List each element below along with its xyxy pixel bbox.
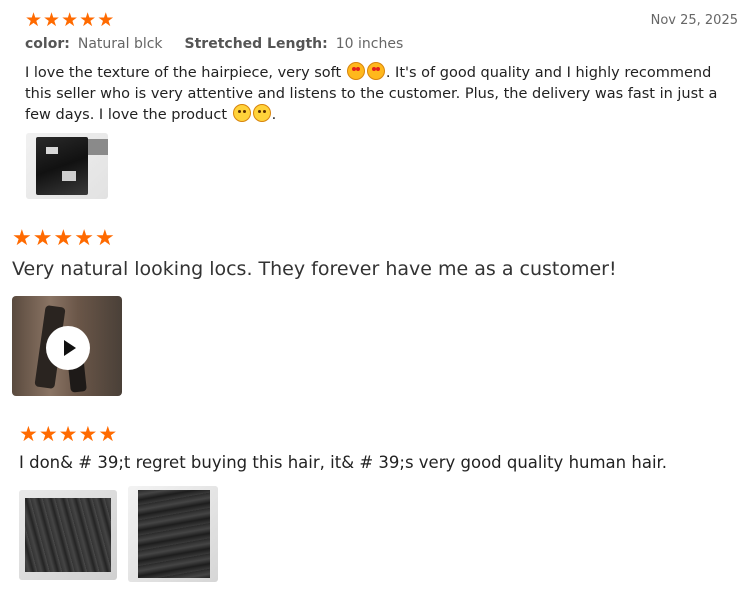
smiling-face-emoji-icon [232, 104, 251, 122]
review-1-date: Nov 25, 2025 [650, 13, 738, 28]
star-icon: ★ [74, 226, 94, 251]
review-3-photo-2[interactable] [128, 486, 218, 582]
review-1-photo[interactable] [26, 133, 108, 199]
star-icon: ★ [32, 226, 53, 251]
star-icon: ★ [12, 226, 32, 251]
attribute-value: 10 inches [335, 36, 404, 52]
review-1-rating: ★ ★ ★ ★ ★ [25, 11, 114, 30]
star-icon: ★ [19, 422, 38, 446]
star-icon: ★ [58, 422, 78, 446]
review-3-rating: ★ ★ ★ ★ ★ [19, 424, 117, 445]
review-2-text: Very natural looking locs. They forever … [12, 258, 617, 280]
play-icon[interactable] [46, 326, 90, 370]
review-text-part: . [271, 107, 277, 123]
attribute-stretched-length: Stretched Length: 10 inches [184, 36, 404, 52]
review-1-attributes: color: Natural blck Stretched Length: 10… [25, 36, 403, 52]
review-text-part: I love the texture of the hairpiece, ver… [25, 65, 342, 81]
review-3-text: I don& # 39;t regret buying this hair, i… [19, 453, 668, 472]
heart-eyes-emoji-icon [366, 62, 385, 80]
star-icon: ★ [43, 9, 61, 31]
review-1-text: I love the texture of the hairpiece, ver… [25, 62, 740, 126]
attribute-color: color: Natural blck [25, 36, 163, 52]
star-icon: ★ [79, 9, 97, 31]
star-icon: ★ [61, 9, 79, 31]
heart-eyes-emoji-icon [346, 62, 365, 80]
star-icon: ★ [38, 422, 58, 446]
reviews-list: ★ ★ ★ ★ ★ Nov 25, 2025 color: Natural bl… [0, 0, 750, 600]
attribute-key: Stretched Length [184, 36, 323, 52]
star-icon: ★ [25, 9, 43, 31]
star-icon: ★ [94, 226, 115, 251]
attribute-value: Natural blck [77, 36, 163, 52]
star-icon: ★ [97, 9, 115, 31]
attribute-key: color [25, 36, 65, 52]
review-3-photo-1[interactable] [19, 490, 117, 580]
smiling-face-emoji-icon [252, 104, 271, 122]
star-icon: ★ [78, 422, 98, 446]
review-2-video[interactable] [12, 296, 122, 396]
review-2-rating: ★ ★ ★ ★ ★ [12, 228, 115, 250]
star-icon: ★ [53, 226, 74, 251]
star-icon: ★ [98, 422, 118, 446]
